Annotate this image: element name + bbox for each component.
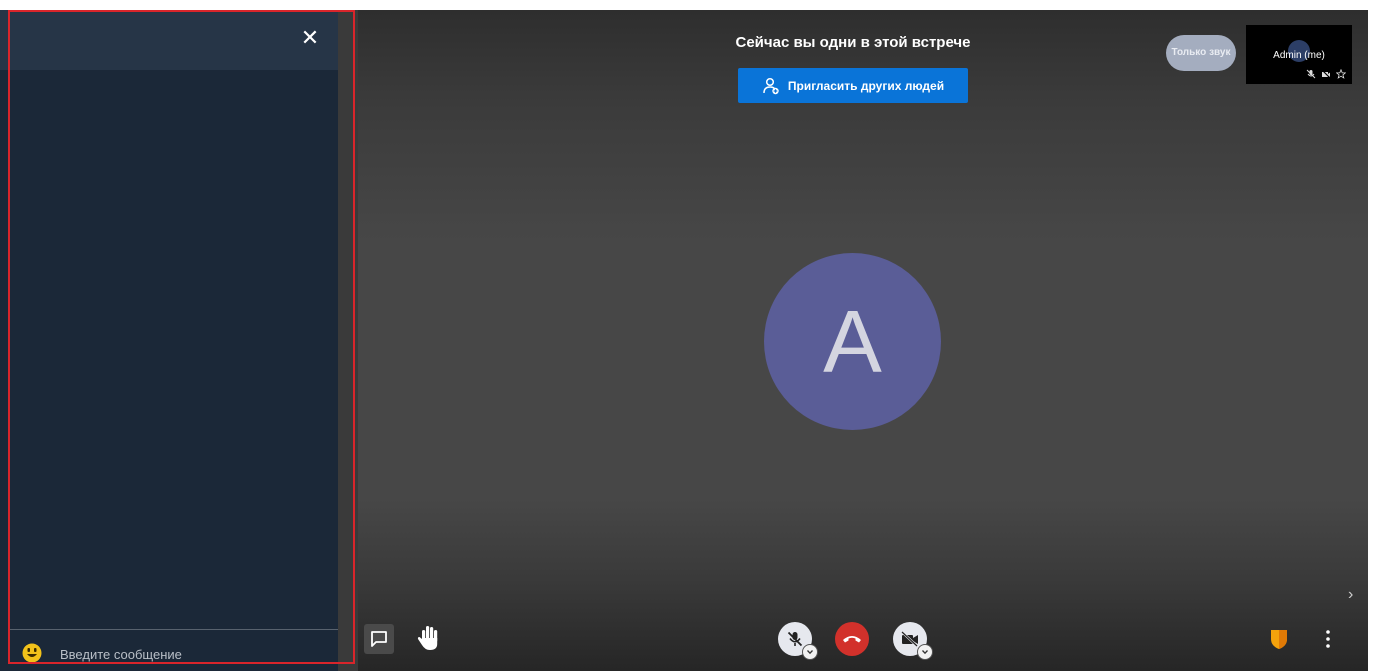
chat-message-input[interactable] — [58, 640, 332, 668]
self-video-tile[interactable]: Admin (me) — [1246, 25, 1352, 84]
self-name-label: Admin (me) — [1273, 50, 1325, 61]
smiley-face-icon[interactable] — [22, 643, 42, 663]
chevron-down-icon[interactable] — [802, 644, 818, 660]
camera-off-icon — [901, 631, 918, 647]
chat-header: ✕ — [0, 10, 338, 70]
raise-hand-icon[interactable] — [416, 624, 442, 652]
more-vertical-icon[interactable] — [1322, 628, 1334, 650]
phone-hangup-icon — [843, 636, 861, 643]
add-person-icon — [763, 77, 779, 94]
chevron-right-icon[interactable]: › — [1348, 586, 1353, 604]
meeting-stage: ✕ Сейчас вы одни в этой встрече Пригласи… — [0, 10, 1368, 671]
chat-toggle-button[interactable] — [364, 624, 394, 654]
chat-panel: ✕ — [0, 10, 338, 671]
self-status-icons — [1306, 69, 1346, 79]
microphone-muted-icon — [787, 631, 803, 647]
camera-off-icon — [1321, 69, 1331, 79]
camera-toggle-button[interactable] — [893, 622, 933, 660]
close-icon[interactable]: ✕ — [298, 26, 322, 50]
invite-people-button[interactable]: Пригласить других людей — [738, 68, 968, 103]
participant-avatar: A — [764, 253, 941, 430]
alone-in-meeting-message: Сейчас вы одни в этой встрече — [735, 34, 971, 51]
microphone-toggle-button[interactable] — [778, 622, 818, 660]
invite-label: Пригласить других людей — [787, 78, 945, 93]
chat-composer — [8, 630, 338, 671]
star-icon — [1336, 69, 1346, 79]
chat-bubble-icon — [371, 631, 387, 647]
chevron-down-icon[interactable] — [917, 644, 933, 660]
microphone-muted-icon — [1306, 69, 1316, 79]
audio-only-tile[interactable]: Только звук — [1166, 35, 1236, 71]
shield-icon[interactable] — [1270, 628, 1288, 650]
hangup-button[interactable] — [835, 622, 869, 656]
chat-panel-scrollbar[interactable] — [338, 10, 358, 671]
